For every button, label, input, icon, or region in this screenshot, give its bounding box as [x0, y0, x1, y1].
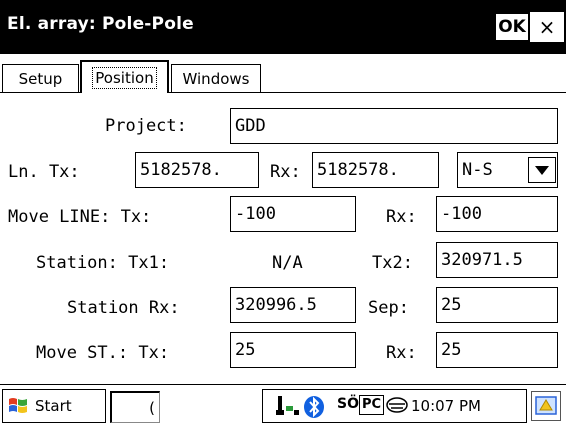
sep-input[interactable]: 25 — [436, 287, 558, 323]
move-st-rx-label: Rx: — [386, 343, 417, 363]
ok-button[interactable]: OK — [494, 12, 530, 42]
tx2-label: Tx2: — [372, 253, 413, 273]
station-rx-input[interactable]: 320996.5 — [230, 287, 356, 323]
taskbar-app-label: ( — [149, 398, 155, 417]
network-icon[interactable] — [275, 395, 301, 421]
station-tx1-value: N/A — [272, 253, 303, 273]
direction-select[interactable]: N-S — [457, 152, 558, 188]
windows-flag-icon — [9, 398, 27, 413]
ln-tx-label: Ln. Tx: — [8, 162, 80, 182]
window-title: El. array: Pole-Pole — [7, 14, 194, 34]
tab-position[interactable]: Position — [80, 60, 169, 93]
project-label: Project: — [105, 116, 187, 136]
tab-windows[interactable]: Windows — [171, 64, 261, 92]
start-label: Start — [35, 397, 72, 415]
title-bar: El. array: Pole-Pole OK × — [0, 0, 566, 54]
sep-label: Sep: — [368, 298, 409, 318]
taskbar: Start ( SÖ PC 10:07 PM — [0, 384, 566, 426]
station-label: Station: Tx1: — [36, 253, 170, 273]
ln-rx-label: Rx: — [270, 162, 301, 182]
pc-connection-indicator[interactable]: PC — [359, 395, 385, 415]
move-line-rx-input[interactable]: -100 — [436, 196, 558, 232]
chevron-down-icon — [535, 165, 549, 175]
move-line-label: Move LINE: Tx: — [8, 207, 152, 227]
move-st-rx-input[interactable]: 25 — [436, 332, 558, 368]
start-button[interactable]: Start — [2, 389, 106, 423]
close-icon: × — [538, 15, 556, 39]
project-input[interactable]: GDD — [230, 108, 558, 144]
tab-windows-label: Windows — [182, 69, 250, 88]
tx2-input[interactable]: 320971.5 — [436, 242, 558, 278]
station-rx-label: Station Rx: — [67, 298, 180, 318]
direction-value: N-S — [462, 160, 493, 180]
move-st-label: Move ST.: Tx: — [36, 343, 170, 363]
system-tray: SÖ PC 10:07 PM — [262, 389, 527, 423]
dropdown-button[interactable] — [528, 157, 556, 183]
tab-position-label: Position — [92, 66, 157, 89]
bluetooth-icon[interactable] — [303, 395, 325, 423]
ln-tx-input[interactable]: 5182578. — [135, 152, 259, 188]
taskbar-app-button[interactable]: ( — [110, 391, 160, 423]
move-line-rx-label: Rx: — [386, 207, 417, 227]
move-line-tx-input[interactable]: -100 — [230, 196, 356, 232]
input-panel-icon[interactable] — [385, 396, 409, 418]
desktop-button[interactable] — [531, 391, 561, 421]
tab-setup-label: Setup — [18, 69, 63, 88]
desktop-icon — [535, 396, 557, 415]
move-st-tx-input[interactable]: 25 — [230, 332, 356, 368]
clock[interactable]: 10:07 PM — [411, 397, 481, 415]
ln-rx-input[interactable]: 5182578. — [312, 152, 439, 188]
sync-indicator[interactable]: SÖ — [337, 396, 359, 412]
close-button[interactable]: × — [530, 12, 564, 42]
tab-setup[interactable]: Setup — [2, 64, 79, 92]
